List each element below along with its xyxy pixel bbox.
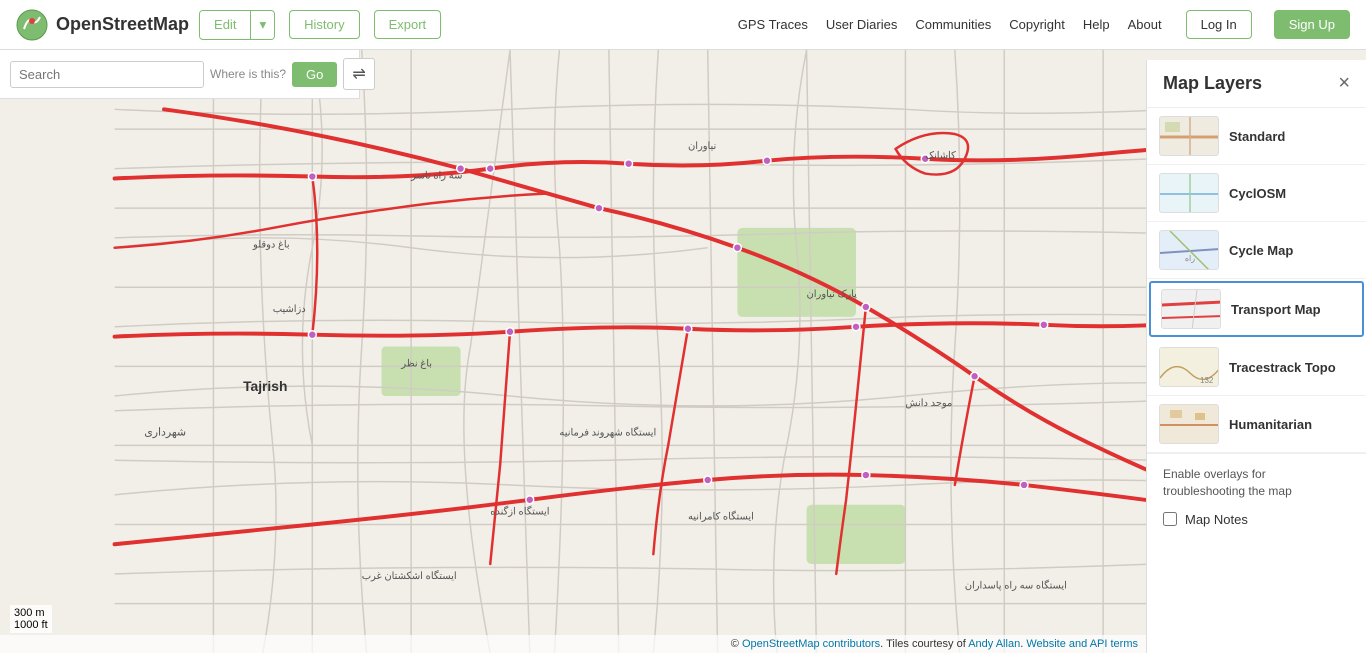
svg-text:ایستگاه سه راه پاسداران: ایستگاه سه راه پاسداران <box>965 580 1067 592</box>
layer-tracestrack-label: Tracestrack Topo <box>1229 360 1336 375</box>
scale-imperial: 1000 ft <box>14 619 48 631</box>
overlay-map-notes-checkbox[interactable] <box>1163 512 1177 526</box>
svg-text:ایستگاه شهروند فرمانیه: ایستگاه شهروند فرمانیه <box>559 427 656 439</box>
layers-panel-close-button[interactable]: × <box>1338 72 1350 95</box>
layer-tracestrack[interactable]: 132 Tracestrack Topo <box>1147 339 1366 396</box>
svg-text:موحد دانش: موحد دانش <box>905 398 952 409</box>
andy-allan-link[interactable]: Andy Allan <box>968 638 1020 650</box>
layers-panel: Map Layers × Standard CyclOSM راه Cycle … <box>1146 60 1366 653</box>
header: OpenStreetMap Edit ▾ History Export GPS … <box>0 0 1366 50</box>
svg-text:سه راه تاسر: سه راه تاسر <box>410 171 462 182</box>
logo-text: OpenStreetMap <box>56 14 189 35</box>
layer-transport-label: Transport Map <box>1231 302 1321 317</box>
overlays-section: Enable overlays for troubleshooting the … <box>1147 453 1366 543</box>
logo: OpenStreetMap <box>16 9 189 41</box>
svg-text:نیاوران: نیاوران <box>688 141 716 152</box>
svg-text:باغ دوقلو: باغ دوقلو <box>252 240 290 251</box>
svg-text:شهرداری: شهرداری <box>144 427 186 439</box>
api-terms-link[interactable]: Website and API terms <box>1026 638 1138 650</box>
nav-communities[interactable]: Communities <box>915 17 991 32</box>
layers-panel-header: Map Layers × <box>1147 60 1366 108</box>
header-right: GPS Traces User Diaries Communities Copy… <box>738 10 1350 39</box>
layer-humanitarian[interactable]: Humanitarian <box>1147 396 1366 453</box>
layer-standard-thumb <box>1159 116 1219 156</box>
login-button[interactable]: Log In <box>1186 10 1252 39</box>
svg-text:Tajrish: Tajrish <box>243 378 287 394</box>
svg-text:کاشانک: کاشانک <box>925 151 956 162</box>
header-left: OpenStreetMap Edit ▾ History Export <box>16 9 441 41</box>
svg-text:ایستگاه اشکشتان غرب: ایستگاه اشکشتان غرب <box>362 570 457 582</box>
overlay-map-notes: Map Notes <box>1163 508 1350 531</box>
attribution-bar: © OpenStreetMap contributors. Tiles cour… <box>0 635 1146 653</box>
nav-help[interactable]: Help <box>1083 17 1110 32</box>
edit-button[interactable]: Edit <box>200 11 250 38</box>
search-bar: Where is this? Go ⇌ <box>0 50 360 99</box>
layer-cyclosm[interactable]: CyclOSM <box>1147 165 1366 222</box>
svg-text:باغ نظر: باغ نظر <box>400 358 432 369</box>
osm-link[interactable]: OpenStreetMap contributors <box>742 638 880 650</box>
svg-text:دزاشیب: دزاشیب <box>273 304 306 315</box>
signup-button[interactable]: Sign Up <box>1274 10 1350 39</box>
layer-cyclemap-label: Cycle Map <box>1229 243 1293 258</box>
scale-metric: 300 m <box>14 607 48 619</box>
search-input[interactable] <box>10 61 204 88</box>
svg-text:پارک نیاوران: پارک نیاوران <box>807 289 858 300</box>
layer-standard[interactable]: Standard <box>1147 108 1366 165</box>
layer-humanitarian-label: Humanitarian <box>1229 417 1312 432</box>
svg-text:ایستگاه ازگنده: ایستگاه ازگنده <box>490 506 549 518</box>
history-button[interactable]: History <box>289 10 359 39</box>
layer-cyclosm-thumb <box>1159 173 1219 213</box>
logo-image <box>16 9 48 41</box>
edit-button-group: Edit ▾ <box>199 10 275 40</box>
edit-dropdown-button[interactable]: ▾ <box>250 11 274 39</box>
layer-transport-thumb <box>1161 289 1221 329</box>
search-where-label: Where is this? <box>210 67 286 81</box>
nav-copyright[interactable]: Copyright <box>1009 17 1065 32</box>
svg-text:ایستگاه کامرانیه: ایستگاه کامرانیه <box>688 511 754 523</box>
overlay-map-notes-label: Map Notes <box>1185 512 1248 527</box>
layer-humanitarian-thumb <box>1159 404 1219 444</box>
nav-about[interactable]: About <box>1128 17 1162 32</box>
directions-button[interactable]: ⇌ <box>343 58 374 90</box>
nav-user-diaries[interactable]: User Diaries <box>826 17 898 32</box>
layer-standard-label: Standard <box>1229 129 1285 144</box>
svg-text:132: 132 <box>1200 376 1214 385</box>
layer-transport[interactable]: Transport Map <box>1149 281 1364 337</box>
svg-text:راه: راه <box>1185 254 1195 263</box>
overlays-description: Enable overlays for troubleshooting the … <box>1163 466 1350 500</box>
attribution-text: © OpenStreetMap contributors. Tiles cour… <box>731 638 1138 650</box>
nav-gps-traces[interactable]: GPS Traces <box>738 17 808 32</box>
layer-cyclemap-thumb: راه <box>1159 230 1219 270</box>
layer-tracestrack-thumb: 132 <box>1159 347 1219 387</box>
layer-cyclemap[interactable]: راه Cycle Map <box>1147 222 1366 279</box>
scale-indicator: 300 m 1000 ft <box>10 605 52 633</box>
export-button[interactable]: Export <box>374 10 442 39</box>
layer-cyclosm-label: CyclOSM <box>1229 186 1286 201</box>
search-go-button[interactable]: Go <box>292 62 337 87</box>
layers-panel-title: Map Layers <box>1163 73 1262 94</box>
